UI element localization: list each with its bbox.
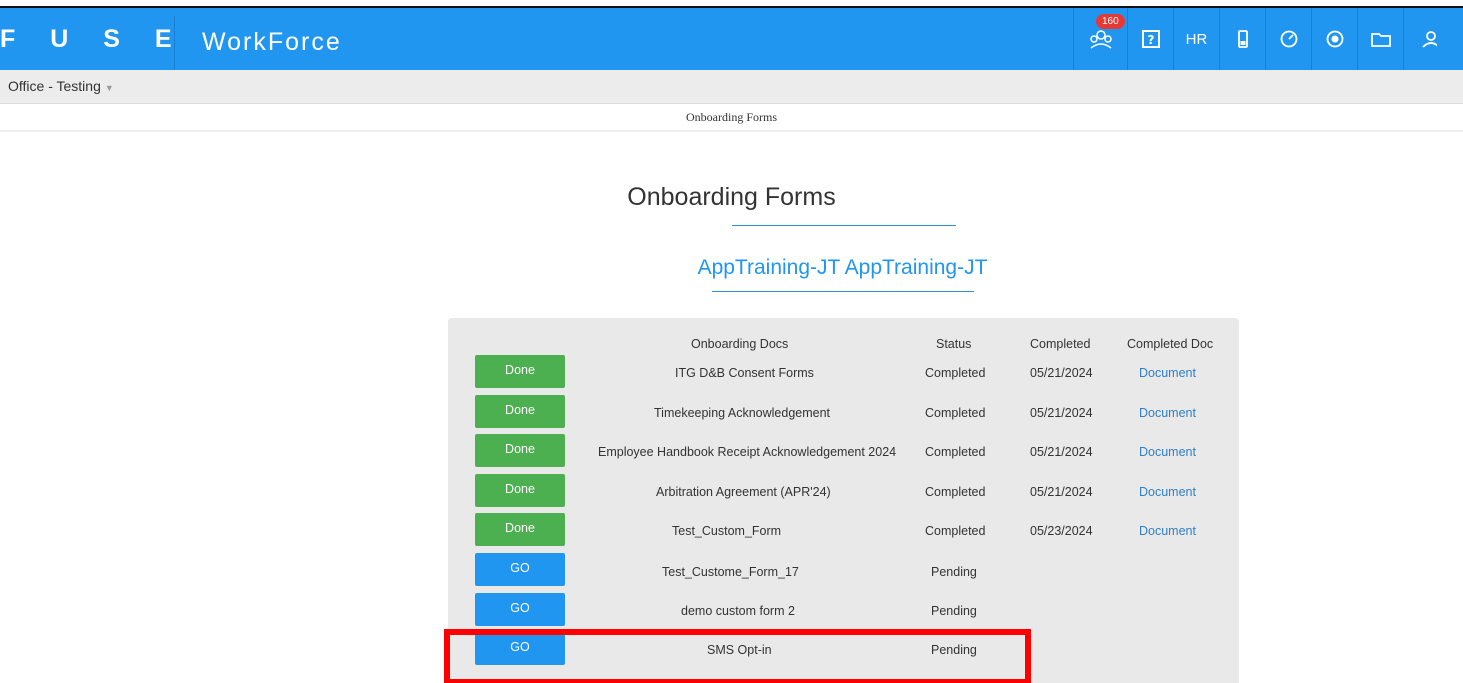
office-label: Office - Testing <box>8 78 101 94</box>
folder-outline-icon <box>1370 33 1391 47</box>
breadcrumb: Onboarding Forms <box>686 110 777 124</box>
doc-name: Test_Custom_Form <box>672 524 782 538</box>
completed-date: 05/21/2024 <box>1030 366 1093 380</box>
doc-name: demo custom form 2 <box>681 604 795 618</box>
done-button[interactable]: Done <box>475 513 565 546</box>
page-title: Onboarding Forms <box>627 183 836 211</box>
location-bar: Office - Testing ▼ <box>0 70 1463 104</box>
people-group-icon <box>1089 30 1112 49</box>
document-link[interactable]: Document <box>1139 366 1196 380</box>
user-icon[interactable] <box>1403 8 1449 70</box>
office-selector[interactable]: Office - Testing ▼ <box>8 78 114 94</box>
support-icon[interactable] <box>1311 8 1357 70</box>
header-completed-doc: Completed Doc <box>1127 337 1214 351</box>
document-link[interactable]: Document <box>1139 406 1196 420</box>
doc-status: Pending <box>931 565 977 579</box>
hr-link[interactable]: HR <box>1173 8 1219 70</box>
doc-name: Test_Custome_Form_17 <box>662 565 799 579</box>
doc-status: Completed <box>925 366 986 380</box>
logo-divider <box>174 16 175 70</box>
doc-name: Timekeeping Acknowledgement <box>654 406 831 420</box>
completed-date: 05/21/2024 <box>1030 445 1093 459</box>
done-button[interactable]: Done <box>475 395 565 428</box>
gauge-icon <box>1280 30 1297 48</box>
help-icon[interactable]: ? <box>1127 8 1173 70</box>
top-navbar: F U S E WorkForce 160 ? HR <box>0 8 1463 70</box>
header-status: Status <box>936 337 972 351</box>
doc-status: Completed <box>925 406 986 420</box>
folder-icon[interactable] <box>1357 8 1403 70</box>
doc-name: Employee Handbook Receipt Acknowledgemen… <box>598 445 897 459</box>
highlight-box <box>444 629 1031 683</box>
completed-date: 05/21/2024 <box>1030 406 1093 420</box>
notification-badge: 160 <box>1096 14 1125 29</box>
header-onboarding-docs: Onboarding Docs <box>691 337 789 351</box>
done-button[interactable]: Done <box>475 434 565 467</box>
name-underline <box>712 291 974 292</box>
dashboard-icon[interactable] <box>1265 8 1311 70</box>
go-button[interactable]: GO <box>475 593 565 626</box>
question-box-icon: ? <box>1141 30 1160 48</box>
document-link[interactable]: Document <box>1139 524 1196 538</box>
completed-date: 05/23/2024 <box>1030 524 1093 538</box>
caret-down-icon: ▼ <box>104 83 114 93</box>
app-title: WorkForce <box>202 28 342 56</box>
phone-icon <box>1237 30 1248 48</box>
fuse-logo[interactable]: F U S E <box>0 25 186 54</box>
done-button[interactable]: Done <box>475 355 565 388</box>
go-button[interactable]: GO <box>475 553 565 586</box>
navbar-icons: 160 ? HR <box>1073 8 1449 70</box>
completed-date: 05/21/2024 <box>1030 485 1093 499</box>
doc-status: Pending <box>931 604 977 618</box>
document-link[interactable]: Document <box>1139 485 1196 499</box>
document-link[interactable]: Document <box>1139 445 1196 459</box>
team-icon[interactable]: 160 <box>1073 8 1127 70</box>
doc-name: Arbitration Agreement (APR'24) <box>656 485 831 499</box>
doc-status: Completed <box>925 485 986 499</box>
person-icon <box>1421 31 1437 48</box>
employee-name: AppTraining-JT AppTraining-JT <box>697 256 988 279</box>
svg-text:?: ? <box>1147 33 1154 47</box>
breadcrumb-bar: Onboarding Forms <box>0 104 1463 132</box>
lifebuoy-icon <box>1326 30 1343 48</box>
mobile-icon[interactable] <box>1219 8 1265 70</box>
doc-name: ITG D&B Consent Forms <box>675 366 814 380</box>
doc-status: Completed <box>925 524 986 538</box>
doc-status: Completed <box>925 445 986 459</box>
done-button[interactable]: Done <box>475 474 565 507</box>
header-completed: Completed <box>1030 337 1091 351</box>
top-border <box>0 0 1463 8</box>
title-underline <box>732 225 956 226</box>
